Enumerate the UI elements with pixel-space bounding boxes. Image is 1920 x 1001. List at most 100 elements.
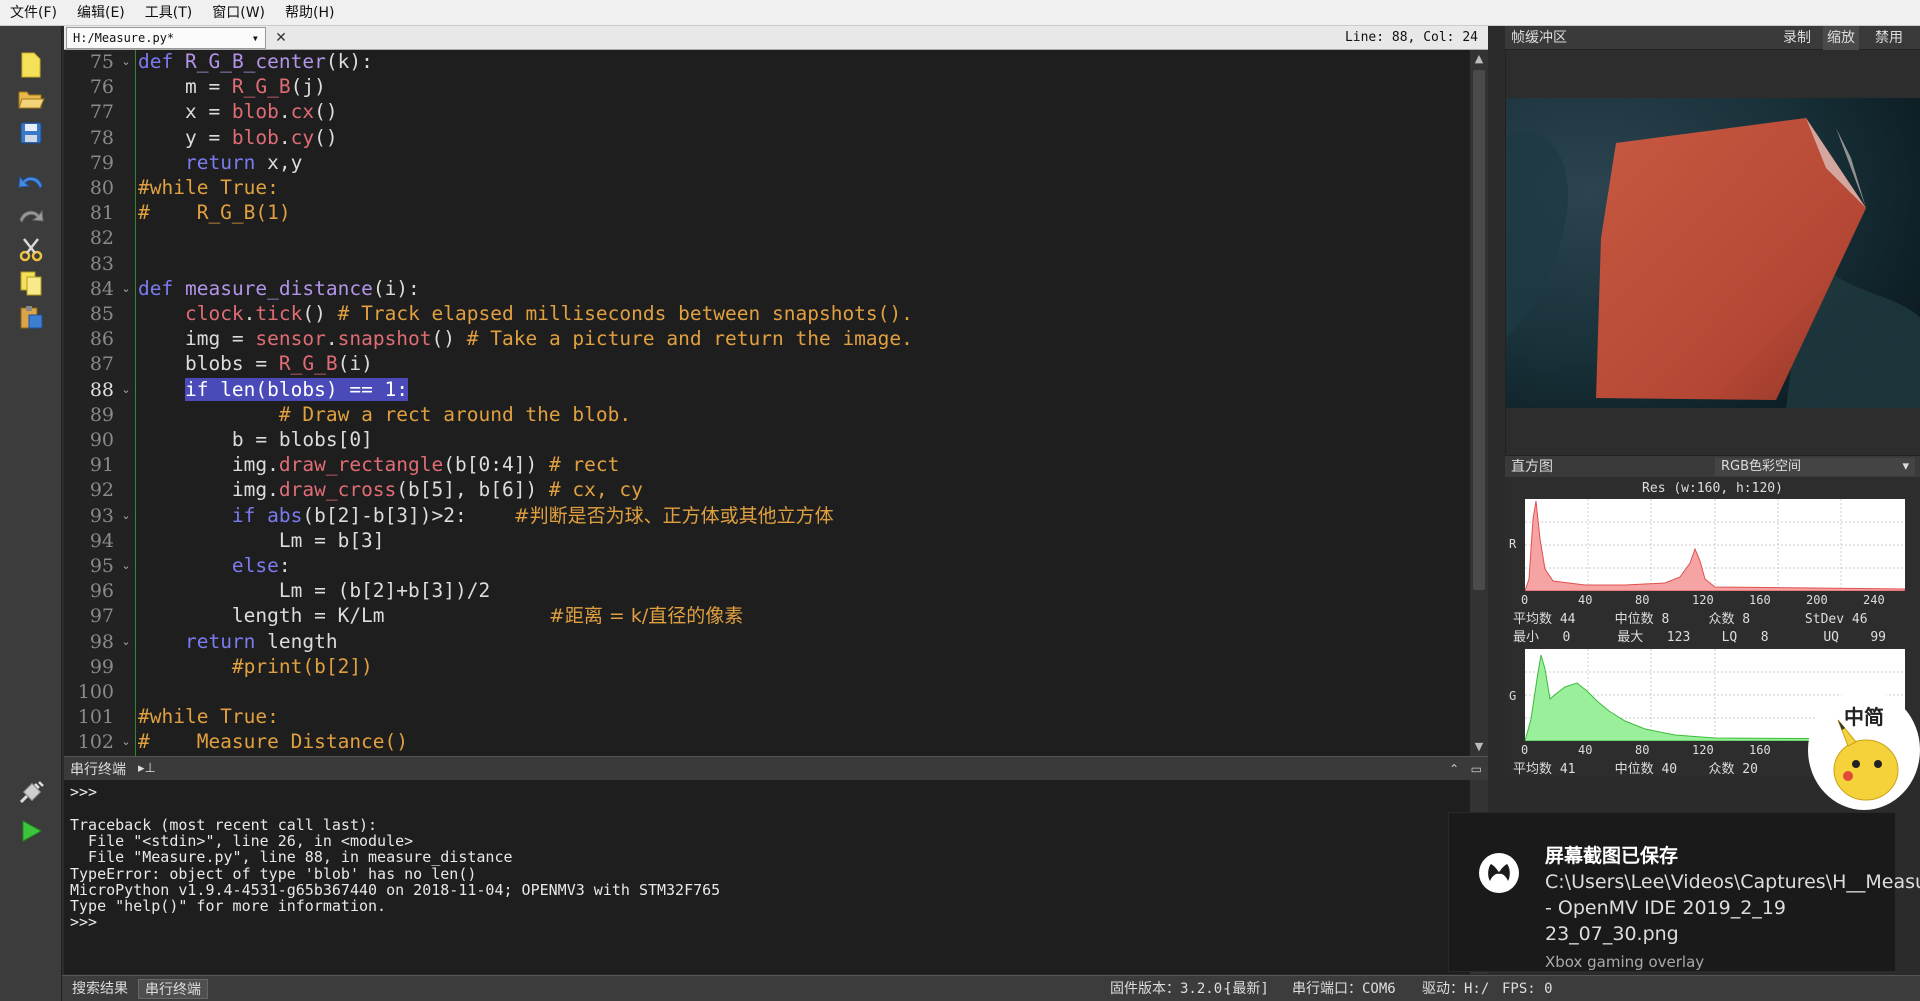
line-number: 84: [89, 277, 114, 300]
zoom-button[interactable]: 缩放: [1823, 26, 1859, 50]
scroll-down-icon[interactable]: ▼: [1470, 738, 1488, 756]
scroll-up-icon[interactable]: ▲: [1470, 50, 1488, 68]
code-line[interactable]: clock.tick() # Track elapsed millisecond…: [138, 302, 913, 326]
code-line[interactable]: img.draw_cross(b[5], b[6]) # cx, cy: [138, 478, 643, 502]
line-number: 86: [89, 328, 114, 351]
code-line[interactable]: #while True:: [138, 705, 279, 729]
menu-file[interactable]: 文件(F): [0, 0, 67, 26]
terminal-line: >>>: [70, 783, 98, 801]
sticker-text: 中简: [1844, 705, 1884, 729]
code-line[interactable]: x = blob.cx(): [138, 100, 338, 124]
code-line[interactable]: #while True:: [138, 176, 279, 200]
connect-plug-icon: [19, 781, 44, 804]
panel-controls[interactable]: ⌃ ▭: [1449, 762, 1482, 776]
line-number: 80: [89, 177, 114, 199]
frame-buffer-area: [1505, 50, 1920, 455]
undo-button[interactable]: [14, 164, 48, 198]
line-number: 90: [89, 429, 114, 451]
fold-toggle-icon[interactable]: ⌄: [118, 504, 134, 528]
code-line[interactable]: img.draw_rectangle(b[0:4]) # rect: [138, 453, 619, 477]
tab-serial-terminal[interactable]: 串行终端: [138, 979, 208, 999]
open-file-selector[interactable]: H:/Measure.py* ▾: [66, 26, 266, 49]
terminal-options-icon[interactable]: ▸⊥: [138, 761, 156, 776]
colorspace-select[interactable]: RGB色彩空间 ▾: [1715, 458, 1915, 476]
line-number: 101: [77, 706, 114, 729]
menu-tools[interactable]: 工具(T): [135, 0, 202, 26]
code-line[interactable]: return x,y: [138, 151, 302, 175]
scissors-icon: [19, 238, 43, 262]
g-stats-row-2: 最小 4 最大 130 LQ 24: [1513, 776, 1776, 777]
save-button[interactable]: [14, 116, 48, 150]
fold-column: ⌄ ⌄ ⌄ ⌄ ⌄ ⌄ ⌄: [116, 50, 136, 756]
code-line[interactable]: m = R_G_B(j): [138, 75, 326, 99]
code-line[interactable]: return length: [138, 630, 338, 654]
code-line[interactable]: blobs = R_G_B(i): [138, 352, 373, 376]
line-number: 91: [89, 454, 114, 477]
code-area[interactable]: def R_G_B_center(k): m = R_G_B(j) x = bl…: [138, 50, 1468, 756]
menu-help[interactable]: 帮助(H): [275, 0, 344, 26]
code-line[interactable]: # R_G_B(1): [138, 201, 291, 225]
code-line[interactable]: def R_G_B_center(k):: [138, 50, 373, 74]
code-editor[interactable]: 75 76 77 78 79 80 81 82 83 84 85 86 87 88 89 90 91 92 93 94…: [64, 50, 1488, 756]
menu-window[interactable]: 窗口(W): [202, 0, 275, 26]
frame-buffer-header: 帧缓冲区 录制 缩放 禁用: [1505, 26, 1920, 50]
new-file-button[interactable]: [14, 48, 48, 82]
disable-button[interactable]: 禁用: [1875, 26, 1903, 50]
new-file-icon: [21, 52, 41, 78]
fold-toggle-icon[interactable]: ⌄: [118, 630, 134, 654]
line-number: 81: [89, 202, 114, 225]
code-line[interactable]: # Measure Distance(): [138, 730, 408, 754]
left-toolbar: [0, 26, 62, 1001]
menu-edit[interactable]: 编辑(E): [67, 0, 135, 26]
code-line[interactable]: b = blobs[0]: [138, 428, 373, 452]
line-number: 95: [89, 555, 114, 577]
run-button[interactable]: [14, 814, 48, 848]
r-histogram-chart: [1524, 499, 1906, 592]
fold-toggle-icon[interactable]: ⌄: [118, 50, 134, 74]
connect-button[interactable]: [14, 776, 48, 810]
tab-search-results[interactable]: 搜索结果: [66, 979, 134, 999]
firmware-latest-link[interactable]: [最新]: [1224, 979, 1269, 999]
notification-source: Xbox gaming overlay: [1545, 953, 1705, 971]
copy-button[interactable]: [14, 266, 48, 300]
cut-button[interactable]: [14, 232, 48, 266]
open-file-button[interactable]: [14, 82, 48, 116]
code-line[interactable]: length = K/Lm #距离 = k/直径的像素: [138, 604, 743, 628]
xbox-icon: [1479, 853, 1519, 893]
paste-button[interactable]: [14, 300, 48, 334]
axis-tick-label: 40: [1578, 593, 1593, 607]
chevron-down-icon: ▾: [251, 30, 259, 45]
redo-button[interactable]: [14, 198, 48, 232]
fold-toggle-icon[interactable]: ⌄: [118, 378, 134, 402]
r-stats-row-1: 平均数 44 中位数 8 众数 8 StDev 46: [1513, 612, 1868, 627]
code-line[interactable]: Lm = (b[2]+b[3])/2: [138, 579, 490, 603]
code-line[interactable]: y = blob.cy(): [138, 126, 338, 150]
fold-toggle-icon[interactable]: ⌄: [118, 554, 134, 578]
record-button[interactable]: 录制: [1783, 26, 1811, 50]
code-line[interactable]: else:: [138, 554, 291, 578]
code-line[interactable]: img = sensor.snapshot() # Take a picture…: [138, 327, 913, 351]
close-file-button[interactable]: ✕: [272, 30, 290, 46]
code-line[interactable]: # Draw a rect around the blob.: [138, 403, 631, 427]
r-stats-row-2: 最小 0 最大 123 LQ 8 UQ 99: [1513, 630, 1886, 645]
code-line[interactable]: if len(blobs) == 1:: [138, 377, 409, 402]
code-line[interactable]: def measure_distance(i):: [138, 277, 420, 301]
serial-port-status: 串行端口：COM6: [1292, 981, 1396, 997]
editor-scrollbar[interactable]: ▲ ▼: [1470, 50, 1488, 756]
serial-terminal[interactable]: >>> Traceback (most recent call last): Fi…: [64, 780, 1488, 974]
code-line[interactable]: Lm = b[3]: [138, 529, 385, 553]
line-number-gutter: 75 76 77 78 79 80 81 82 83 84 85 86 87 88 89 90 91 92 93 94…: [64, 50, 116, 756]
g-channel-label: G: [1509, 689, 1517, 703]
terminal-line: >>>: [70, 913, 98, 932]
screenshot-saved-notification[interactable]: 屏幕截图已保存 C:\Users\Lee\Videos\Captures\H__…: [1448, 812, 1920, 972]
code-line[interactable]: if abs(b[2]-b[3])>2: #判断是否为球、正方体或其他立方体: [138, 504, 834, 528]
code-line[interactable]: #print(b[2]): [138, 655, 373, 679]
fold-toggle-icon[interactable]: ⌄: [118, 277, 134, 301]
serial-terminal-header: 串行终端 ▸⊥ ⌃ ▭: [64, 756, 1488, 780]
undo-icon: [18, 175, 43, 189]
line-number: 96: [89, 580, 114, 603]
fold-toggle-icon[interactable]: ⌄: [118, 730, 134, 754]
play-icon: [22, 820, 43, 842]
line-number: 76: [89, 76, 114, 99]
scrollbar-thumb[interactable]: [1473, 70, 1485, 590]
